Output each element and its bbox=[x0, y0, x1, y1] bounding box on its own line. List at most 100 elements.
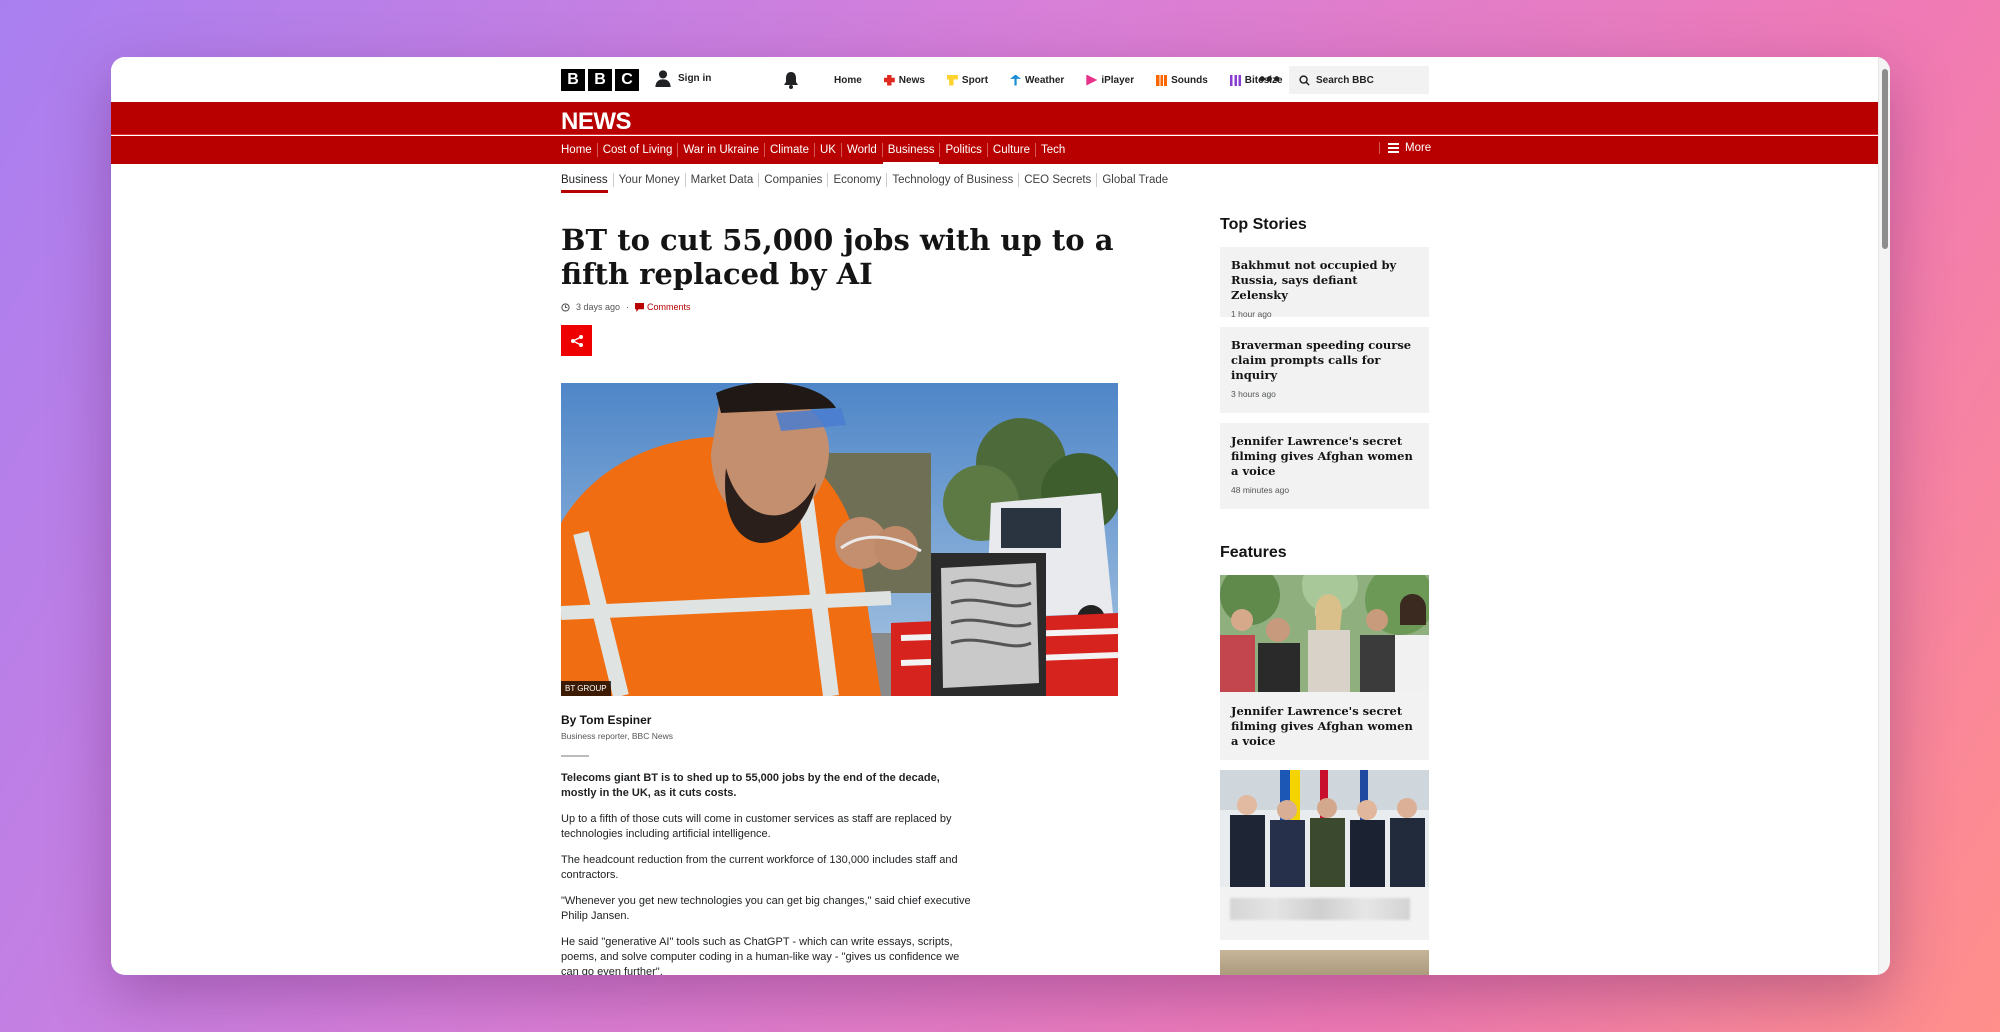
article-lead-paragraph: Telecoms giant BT is to shed up to 55,00… bbox=[561, 772, 940, 799]
browser-window: B B C Sign in Home News Sport Weather iP… bbox=[111, 57, 1890, 975]
subnav-global-trade[interactable]: Global Trade bbox=[1097, 173, 1173, 187]
subnav-economy[interactable]: Economy bbox=[828, 173, 888, 187]
article-timestamp: 3 days ago bbox=[576, 302, 621, 312]
nav-home[interactable]: Home bbox=[561, 143, 598, 157]
feature-image bbox=[1220, 770, 1429, 887]
bbc-logo-letter: B bbox=[561, 69, 585, 91]
nav-war-in-ukraine[interactable]: War in Ukraine bbox=[678, 143, 765, 157]
nav-world[interactable]: World bbox=[842, 143, 883, 157]
topnav-weather[interactable]: Weather bbox=[999, 71, 1075, 89]
top-story-title: Bakhmut not occupied by Russia, says def… bbox=[1231, 258, 1397, 302]
notifications-bell-icon[interactable] bbox=[783, 71, 799, 89]
bbc-top-nav: Home News Sport Weather iPlayer Sounds B… bbox=[823, 71, 1294, 89]
nav-uk[interactable]: UK bbox=[815, 143, 842, 157]
bbc-logo-letter: B bbox=[588, 69, 612, 91]
top-story-time: 48 minutes ago bbox=[1231, 485, 1290, 495]
article-byline: By Tom Espiner Business reporter, BBC Ne… bbox=[561, 713, 673, 757]
feature-image bbox=[1220, 950, 1429, 975]
business-subnav: Business Your Money Market Data Companie… bbox=[561, 173, 1173, 193]
top-story-card[interactable]: Jennifer Lawrence's secret filming gives… bbox=[1220, 423, 1429, 509]
nav-business[interactable]: Business bbox=[882, 143, 941, 165]
top-story-card[interactable]: Braverman speeding course claim prompts … bbox=[1220, 327, 1429, 413]
subnav-ceo-secrets[interactable]: CEO Secrets bbox=[1019, 173, 1098, 187]
article-paragraph: The headcount reduction from the current… bbox=[561, 854, 958, 881]
article-body: Telecoms giant BT is to shed up to 55,00… bbox=[561, 771, 971, 975]
sounds-icon bbox=[1156, 74, 1168, 86]
article-hero-image: BT GROUP bbox=[561, 383, 1118, 696]
subnav-companies[interactable]: Companies bbox=[759, 173, 829, 187]
subnav-market-data[interactable]: Market Data bbox=[686, 173, 760, 187]
comments-link[interactable]: Comments bbox=[635, 302, 691, 312]
share-button[interactable] bbox=[561, 325, 592, 356]
top-story-card[interactable]: Bakhmut not occupied by Russia, says def… bbox=[1220, 247, 1429, 319]
subnav-your-money[interactable]: Your Money bbox=[614, 173, 686, 187]
news-icon bbox=[883, 74, 895, 86]
top-story-title: Braverman speeding course claim prompts … bbox=[1231, 338, 1412, 382]
top-stories-heading: Top Stories bbox=[1220, 216, 1307, 233]
article-headline: BT to cut 55,000 jobs with up to a fifth… bbox=[561, 223, 1114, 291]
image-credit: BT GROUP bbox=[561, 681, 611, 696]
search-placeholder: Search BBC bbox=[1316, 74, 1374, 86]
blurred-title-placeholder bbox=[1230, 898, 1410, 920]
engineer-photo bbox=[561, 383, 1118, 696]
author-role: Business reporter, BBC News bbox=[561, 731, 673, 741]
weather-icon bbox=[1010, 74, 1022, 86]
topnav-sport[interactable]: Sport bbox=[936, 71, 999, 89]
article-meta: 3 days ago · Comments bbox=[561, 302, 691, 312]
news-wordmark[interactable]: NEWS bbox=[561, 108, 632, 136]
sign-in-label: Sign in bbox=[678, 72, 712, 84]
top-story-time: 1 hour ago bbox=[1231, 309, 1272, 319]
topnav-news[interactable]: News bbox=[873, 71, 936, 89]
features-heading: Features bbox=[1220, 544, 1287, 561]
topnav-weather-label: Weather bbox=[1025, 74, 1065, 86]
top-story-time: 3 hours ago bbox=[1231, 389, 1276, 399]
sign-in-link[interactable]: Sign in bbox=[654, 69, 711, 87]
topnav-iplayer[interactable]: iPlayer bbox=[1075, 71, 1145, 89]
topnav-home[interactable]: Home bbox=[823, 71, 873, 89]
topnav-sounds[interactable]: Sounds bbox=[1145, 71, 1219, 89]
topnav-news-label: News bbox=[898, 74, 925, 86]
iplayer-icon bbox=[1086, 74, 1098, 86]
bbc-masthead: B B C Sign in Home News Sport Weather iP… bbox=[111, 57, 1878, 102]
topnav-sport-label: Sport bbox=[961, 74, 989, 86]
feature-card[interactable] bbox=[1220, 770, 1429, 940]
user-icon bbox=[655, 70, 671, 87]
topnav-bitesize[interactable]: Bitesize bbox=[1219, 71, 1294, 89]
sport-icon bbox=[946, 74, 958, 86]
comment-icon bbox=[635, 302, 645, 312]
more-sections-button[interactable]: More bbox=[1379, 142, 1431, 154]
share-icon bbox=[570, 334, 583, 347]
more-menu-icon[interactable]: ••• bbox=[1259, 69, 1281, 90]
feature-title: Jennifer Lawrence's secret filming gives… bbox=[1231, 704, 1413, 748]
nav-culture[interactable]: Culture bbox=[988, 143, 1036, 157]
top-story-title: Jennifer Lawrence's secret filming gives… bbox=[1231, 434, 1413, 478]
article-paragraph: Up to a fifth of those cuts will come in… bbox=[561, 813, 952, 840]
author-name: By Tom Espiner bbox=[561, 713, 652, 727]
meta-separator: · bbox=[626, 302, 630, 312]
nav-cost-of-living[interactable]: Cost of Living bbox=[598, 143, 679, 157]
feature-image bbox=[1220, 575, 1429, 692]
subnav-business[interactable]: Business bbox=[561, 173, 614, 193]
search-box[interactable]: Search BBC bbox=[1289, 66, 1429, 94]
scrollbar-thumb[interactable] bbox=[1882, 69, 1888, 249]
bitesize-icon bbox=[1229, 74, 1241, 86]
subnav-technology-of-business[interactable]: Technology of Business bbox=[887, 173, 1020, 187]
nav-climate[interactable]: Climate bbox=[765, 143, 815, 157]
topnav-home-label: Home bbox=[834, 74, 862, 86]
nav-politics[interactable]: Politics bbox=[940, 143, 988, 157]
topnav-iplayer-label: iPlayer bbox=[1101, 74, 1135, 86]
bbc-logo[interactable]: B B C bbox=[561, 69, 639, 91]
article-paragraph: He said "generative AI" tools such as Ch… bbox=[561, 936, 960, 975]
hamburger-icon bbox=[1388, 143, 1399, 153]
page-scrollbar[interactable] bbox=[1878, 57, 1890, 975]
article-paragraph: "Whenever you get new technologies you c… bbox=[561, 895, 971, 922]
bbc-logo-letter: C bbox=[615, 69, 639, 91]
more-label: More bbox=[1405, 142, 1432, 154]
clock-icon bbox=[561, 302, 570, 312]
feature-card[interactable] bbox=[1220, 950, 1429, 975]
search-icon bbox=[1299, 74, 1310, 86]
feature-card[interactable]: Jennifer Lawrence's secret filming gives… bbox=[1220, 575, 1429, 760]
comments-label: Comments bbox=[647, 302, 691, 312]
topnav-sounds-label: Sounds bbox=[1171, 74, 1208, 86]
nav-tech[interactable]: Tech bbox=[1036, 143, 1070, 157]
